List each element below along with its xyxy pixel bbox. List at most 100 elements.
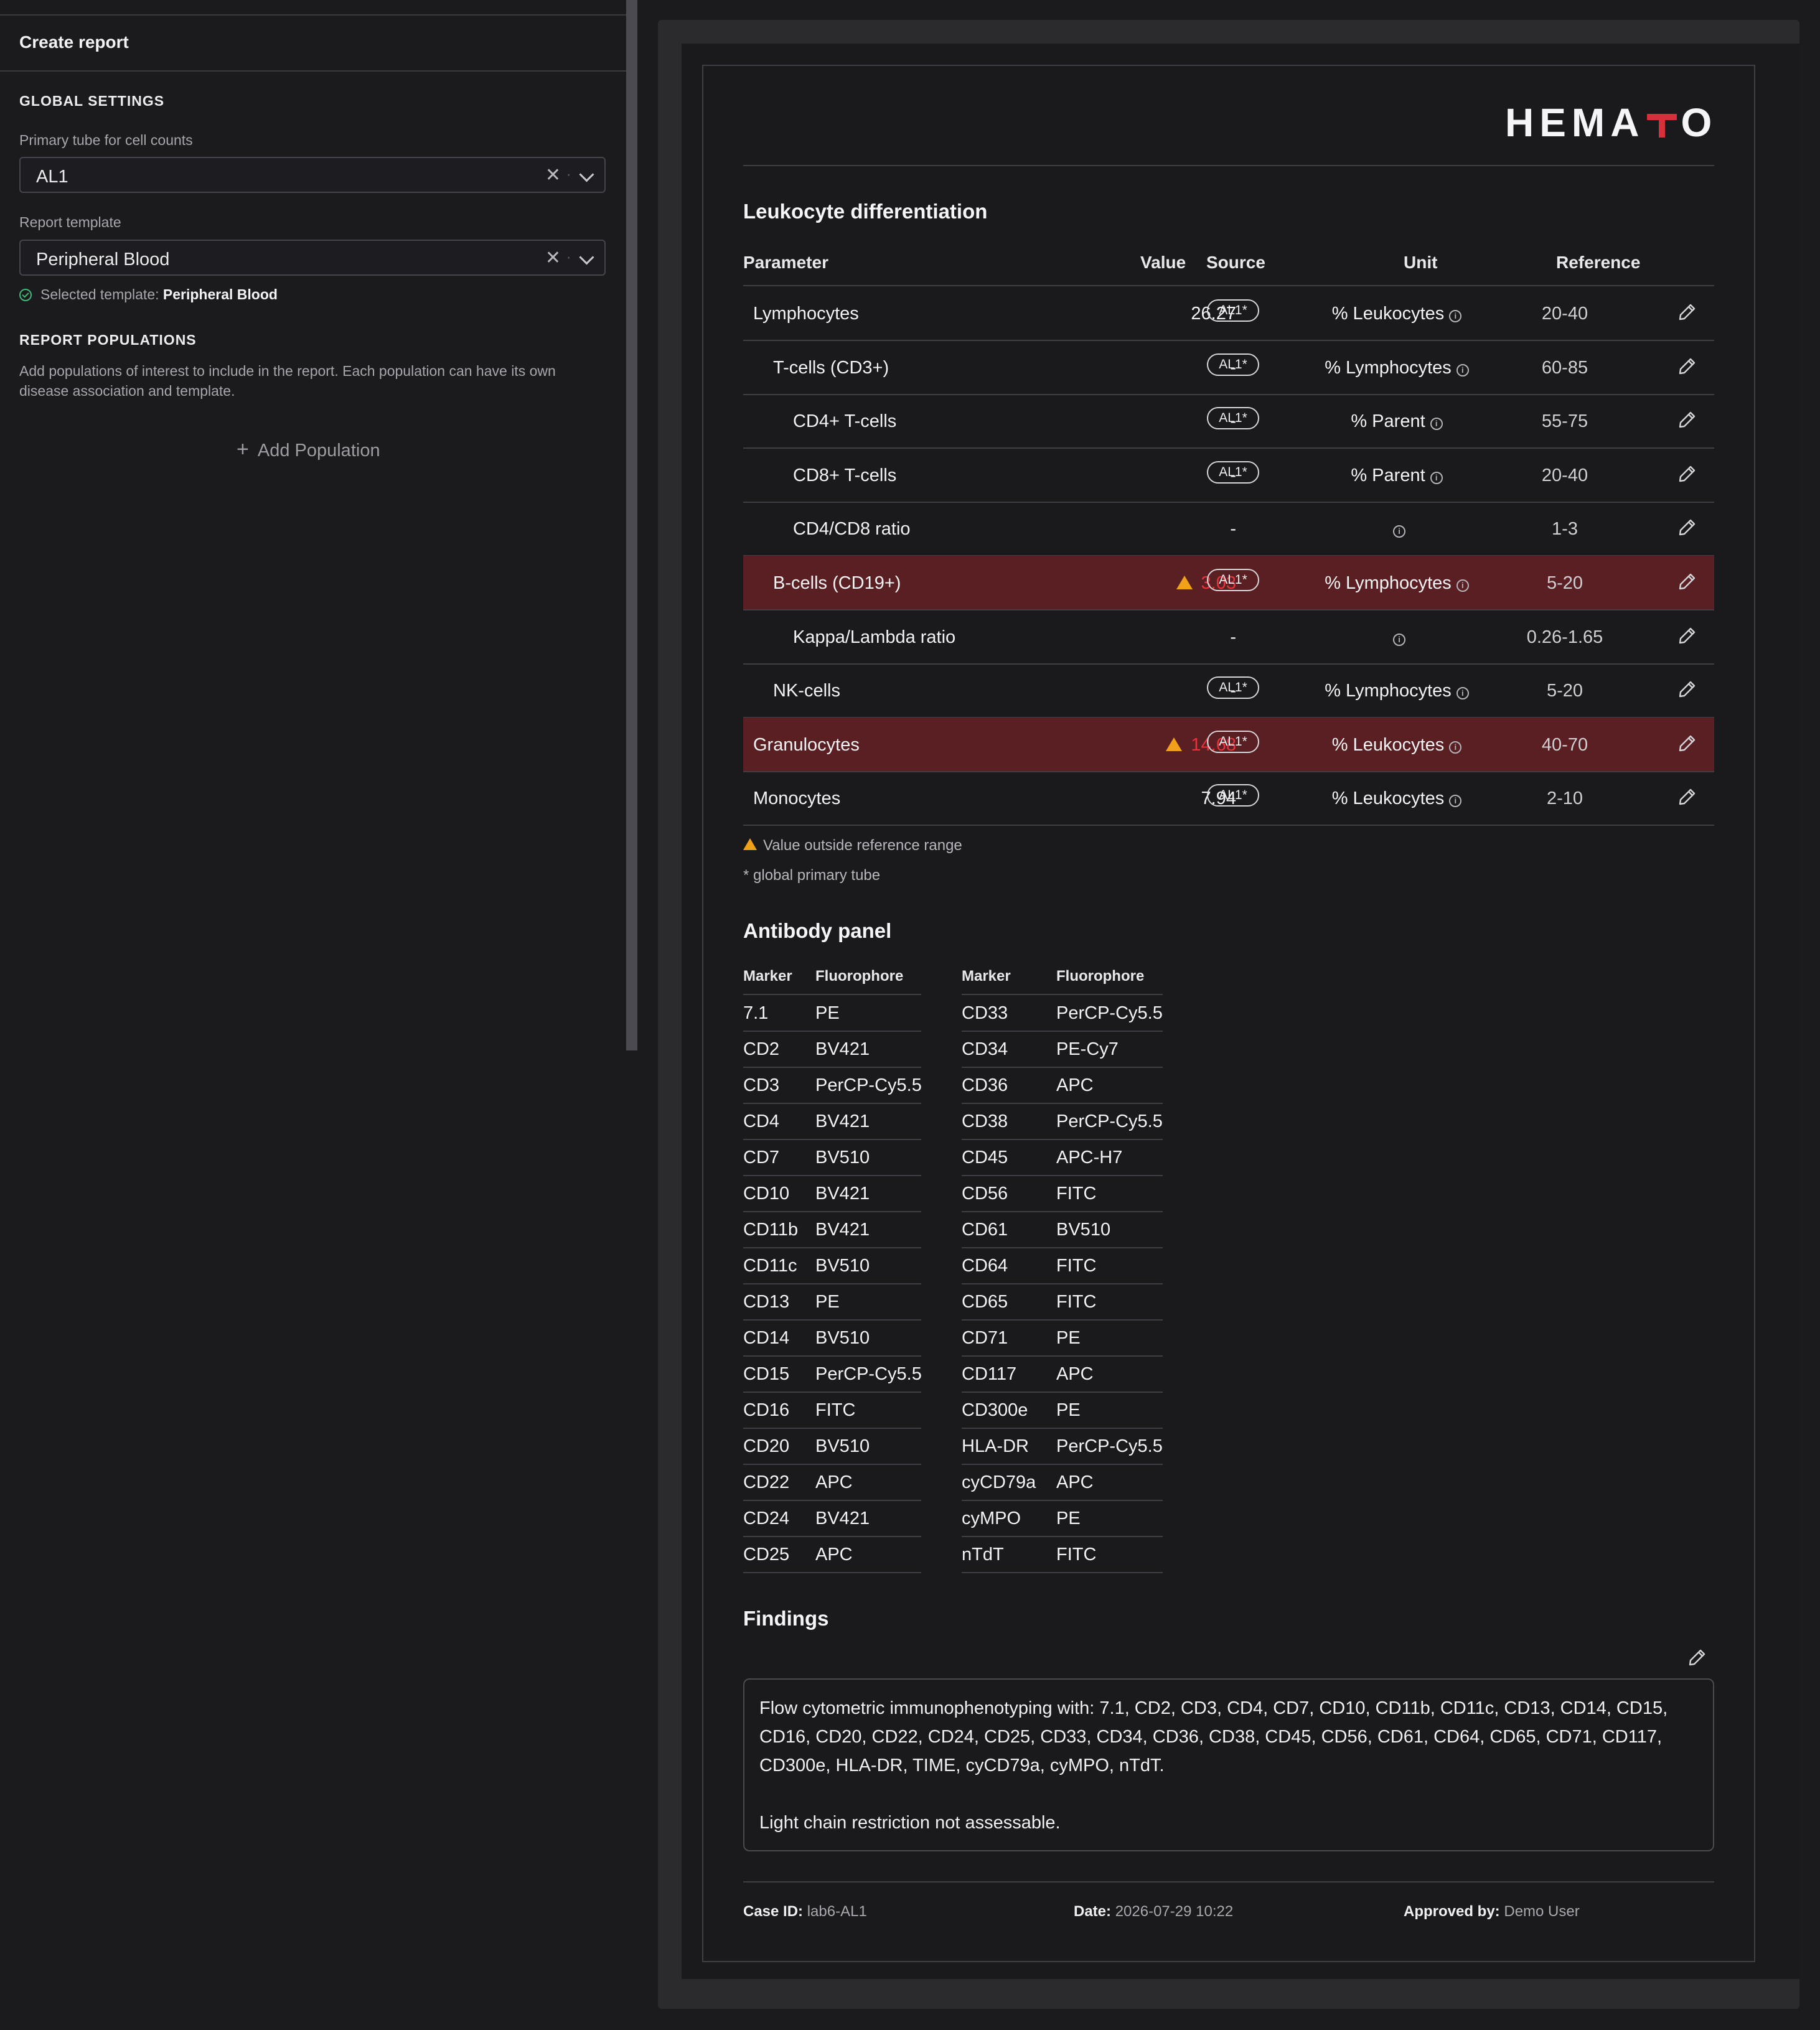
- divider: [962, 1319, 1163, 1321]
- unit-cell: % Parent i: [1303, 465, 1490, 486]
- case-id-value: lab6-AL1: [807, 1903, 867, 1920]
- primary-tube-select[interactable]: AL1 ✕ ·: [19, 157, 606, 193]
- edit-row-pencil-icon[interactable]: [1678, 572, 1697, 591]
- antibody-heading: Antibody panel: [743, 919, 892, 942]
- reference-range: 55-75: [1541, 411, 1588, 432]
- info-icon[interactable]: i: [1393, 633, 1405, 646]
- parameter-name: CD8+ T-cells: [793, 465, 897, 485]
- marker-cell: CD56: [962, 1184, 1008, 1204]
- fluorophore-cell: BV510: [815, 1256, 870, 1276]
- approved-value: Demo User: [1504, 1903, 1580, 1920]
- marker-cell: CD36: [962, 1075, 1008, 1095]
- edit-row-pencil-icon[interactable]: [1678, 626, 1697, 645]
- unit-text: % Leukocytes: [1331, 788, 1445, 809]
- edit-row-pencil-icon[interactable]: [1678, 787, 1697, 806]
- edit-row-pencil-icon[interactable]: [1678, 410, 1697, 429]
- divider: [743, 1247, 921, 1248]
- separator: ·: [566, 164, 571, 183]
- divider: [962, 1464, 1163, 1465]
- marker-cell: CD64: [962, 1256, 1008, 1276]
- reference-range: 5-20: [1546, 573, 1583, 593]
- marker-cell: CD14: [743, 1328, 790, 1348]
- marker-cell: CD11c: [743, 1256, 797, 1276]
- marker-cell: CD24: [743, 1508, 790, 1528]
- marker-cell: CD10: [743, 1184, 790, 1204]
- info-icon[interactable]: i: [1430, 471, 1443, 484]
- approved-by: Approved by: Demo User: [1404, 1903, 1580, 1920]
- table-row: B-cells (CD19+) 3.03 AL1*% Lymphocytes i 5-2…: [743, 556, 1714, 610]
- chevron-down-icon[interactable]: [579, 167, 594, 182]
- marker-cell: CD2: [743, 1039, 780, 1059]
- warning-triangle-icon: [743, 838, 757, 850]
- marker-cell: CD34: [962, 1039, 1008, 1059]
- parameter-name: Monocytes: [753, 788, 841, 809]
- fluorophore-cell: PE: [815, 1292, 840, 1312]
- marker-cell: 7.1: [743, 1003, 769, 1023]
- source-badge: AL1*: [1207, 784, 1259, 807]
- info-icon[interactable]: i: [1456, 687, 1469, 700]
- edit-row-pencil-icon[interactable]: [1678, 302, 1697, 321]
- table-row: T-cells (CD3+) - AL1*% Lymphocytes i 60-85: [743, 340, 1714, 395]
- reference-range: 20-40: [1541, 465, 1588, 485]
- chevron-down-icon[interactable]: [579, 250, 594, 265]
- fluorophore-cell: PE-Cy7: [1056, 1039, 1119, 1059]
- edit-row-pencil-icon[interactable]: [1678, 464, 1697, 483]
- fluorophore-cell: PerCP-Cy5.5: [1056, 1436, 1163, 1456]
- divider: [743, 994, 921, 995]
- marker-cell: CD20: [743, 1436, 790, 1456]
- fluorophore-cell: PerCP-Cy5.5: [1056, 1111, 1163, 1131]
- unit-text: % Parent: [1351, 465, 1425, 485]
- report-template-select[interactable]: Peripheral Blood ✕ ·: [19, 240, 606, 276]
- divider: [743, 1211, 921, 1212]
- table-row: Granulocytes 14.68 AL1*% Leukocytes i 40-70: [743, 717, 1714, 772]
- divider: [962, 1139, 1163, 1140]
- info-icon[interactable]: i: [1456, 363, 1469, 377]
- info-icon[interactable]: i: [1449, 741, 1462, 754]
- fluorophore-cell: BV510: [815, 1148, 870, 1167]
- edit-row-pencil-icon[interactable]: [1678, 518, 1697, 536]
- edit-findings-pencil-icon[interactable]: [1688, 1648, 1707, 1667]
- edit-row-pencil-icon[interactable]: [1678, 734, 1697, 752]
- sidebar-scrollbar[interactable]: [626, 0, 637, 1050]
- date-value: 2026-07-29 10:22: [1115, 1903, 1234, 1920]
- add-population-label: Add Population: [257, 441, 380, 461]
- logo-text-left: HEMA: [1505, 100, 1645, 145]
- info-icon[interactable]: i: [1430, 418, 1443, 431]
- add-population-button[interactable]: + Add Population: [237, 437, 380, 462]
- warning-triangle-icon: [1166, 737, 1183, 751]
- fluorophore-cell: FITC: [1056, 1545, 1097, 1565]
- fluorophore-cell: PE: [815, 1003, 840, 1023]
- info-icon[interactable]: i: [1393, 525, 1405, 538]
- findings-paragraph: Flow cytometric immunophenotyping with: …: [759, 1698, 1668, 1775]
- info-icon[interactable]: i: [1449, 795, 1462, 808]
- source-badge: AL1*: [1207, 676, 1259, 699]
- unit-cell: % Lymphocytes i: [1303, 681, 1490, 701]
- marker-cell: CD45: [962, 1148, 1008, 1167]
- fluorophore-cell: PerCP-Cy5.5: [815, 1075, 922, 1095]
- unit-cell: % Leukocytes i: [1303, 735, 1490, 755]
- fluorophore-cell: PerCP-Cy5.5: [815, 1364, 922, 1384]
- info-icon[interactable]: i: [1449, 310, 1462, 322]
- parameter-name: B-cells (CD19+): [773, 573, 901, 593]
- selected-template-prefix: Selected template:: [40, 286, 159, 302]
- close-icon[interactable]: ✕: [545, 164, 561, 186]
- fluorophore-cell: APC-H7: [1056, 1148, 1123, 1167]
- marker-cell: CD300e: [962, 1400, 1028, 1420]
- parameter-name: Granulocytes: [753, 734, 860, 755]
- edit-row-pencil-icon[interactable]: [1678, 680, 1697, 698]
- divider: [743, 1881, 1714, 1883]
- edit-row-pencil-icon[interactable]: [1678, 357, 1697, 375]
- table-row: CD4/CD8 ratio - i 1-3: [743, 502, 1714, 557]
- parameter-name: T-cells (CD3+): [773, 357, 889, 378]
- close-icon[interactable]: ✕: [545, 247, 561, 269]
- fluorophore-cell: BV510: [815, 1436, 870, 1456]
- marker-cell: CD3: [743, 1075, 780, 1095]
- fluorophore-cell: APC: [1056, 1472, 1094, 1492]
- info-icon[interactable]: i: [1456, 579, 1469, 592]
- logo-text-right: O: [1681, 100, 1718, 145]
- unit-cell: i: [1303, 519, 1490, 540]
- marker-cell: CD38: [962, 1111, 1008, 1131]
- logo-mark-icon: [1646, 106, 1678, 139]
- fluorophore-cell: BV421: [815, 1184, 870, 1204]
- report-date: Date: 2026-07-29 10:22: [1074, 1903, 1233, 1920]
